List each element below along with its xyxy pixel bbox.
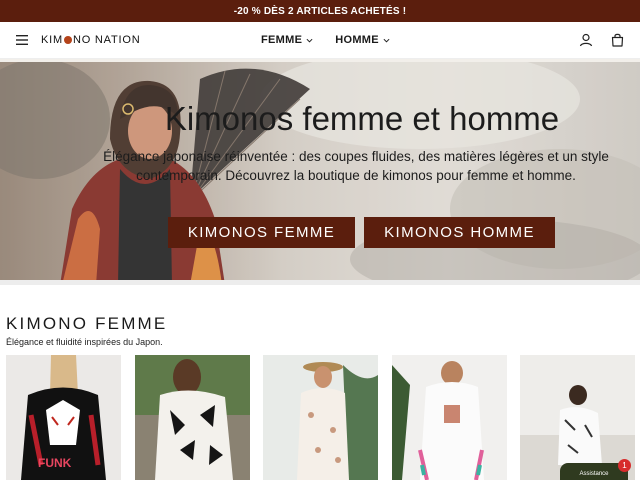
product-card[interactable]: FUNK (6, 355, 121, 480)
section-subtitle: Élégance et fluidité inspirées du Japon. (6, 337, 163, 347)
logo-dot-icon (63, 36, 72, 44)
product-image-kimono-bird-print (135, 355, 250, 480)
nav-item-homme[interactable]: HOMME (335, 34, 390, 46)
hero-description: Élégance japonaise réinventée : des coup… (103, 149, 609, 183)
nav-item-femme[interactable]: FEMME (261, 34, 313, 46)
product-image-kimono-white-floral (263, 355, 378, 480)
svg-text:FUNK: FUNK (38, 456, 72, 470)
nav-label-femme: FEMME (261, 34, 303, 46)
hero-banner: Kimonos femme et homme Élégance japonais… (0, 59, 640, 285)
hero-title: Kimonos femme et homme (164, 100, 560, 137)
promo-banner: -20 % DÈS 2 ARTICLES ACHETÉS ! (0, 0, 640, 22)
product-image-kimono-white-fringe (392, 355, 507, 480)
site-logo[interactable]: KIM NO NATION (41, 34, 140, 46)
chat-notification-badge: 1 (618, 459, 631, 472)
hero-top-divider (0, 59, 640, 62)
nav-label-homme: HOMME (335, 34, 379, 46)
account-icon[interactable] (579, 33, 593, 47)
hero-bottom-divider (0, 280, 640, 285)
chat-label: Assistance (579, 471, 609, 477)
site-header: KIM NO NATION FEMME HOMME (0, 22, 640, 59)
section-title: KIMONO FEMME (6, 314, 168, 333)
product-image-kimono-white-pattern (520, 355, 635, 480)
kimonos-homme-button[interactable]: KIMONOS HOMME (364, 217, 555, 248)
chevron-down-icon (306, 38, 313, 43)
product-image-kimono-fox-black: FUNK (6, 355, 121, 480)
main-nav: FEMME HOMME (261, 34, 390, 46)
kimonos-femme-button[interactable]: KIMONOS FEMME (168, 217, 355, 248)
logo-text-end: NO NATION (72, 34, 141, 46)
product-card[interactable] (135, 355, 250, 480)
product-card[interactable] (392, 355, 507, 480)
menu-icon[interactable] (15, 33, 29, 47)
cart-icon[interactable] (611, 33, 624, 47)
chevron-down-icon (383, 38, 390, 43)
promo-text: -20 % DÈS 2 ARTICLES ACHETÉS ! (233, 5, 407, 17)
product-card[interactable] (520, 355, 635, 480)
product-card[interactable] (263, 355, 378, 480)
logo-text-start: KIM (41, 34, 63, 46)
